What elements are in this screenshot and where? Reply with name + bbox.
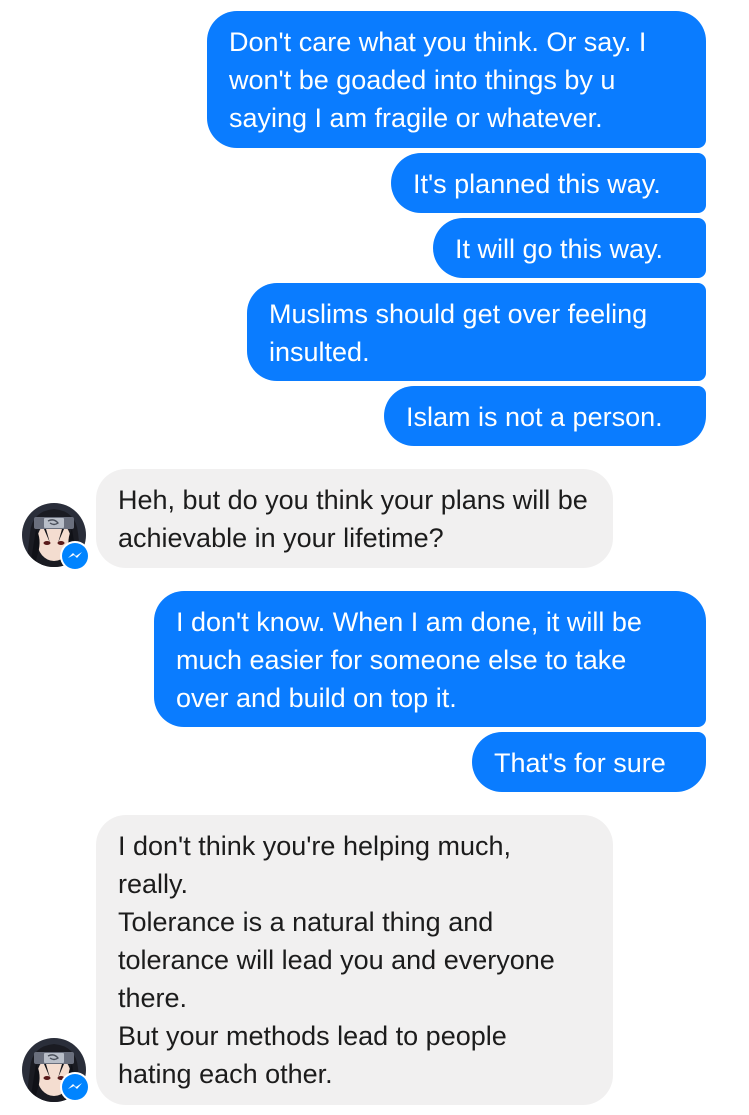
outgoing-message[interactable]: It's planned this way. (391, 153, 706, 213)
outgoing-message[interactable]: Islam is not a person. (384, 386, 706, 446)
contact-avatar[interactable] (22, 503, 90, 571)
outgoing-message[interactable]: Muslims should get over feeling insulted… (247, 283, 706, 381)
messenger-icon (62, 1074, 88, 1100)
outgoing-message[interactable]: Don't care what you think. Or say. I won… (207, 11, 706, 148)
outgoing-message[interactable]: That's for sure (472, 732, 706, 792)
contact-avatar[interactable] (22, 1038, 90, 1102)
outgoing-message[interactable]: It will go this way. (433, 218, 706, 278)
messenger-badge (60, 541, 90, 571)
outgoing-message[interactable]: I don't know. When I am done, it will be… (154, 591, 706, 727)
incoming-message[interactable]: Heh, but do you think your plans will be… (96, 469, 613, 568)
messenger-badge (60, 1072, 90, 1102)
messenger-icon (62, 543, 88, 569)
incoming-message[interactable]: I don't think you're helping much, reall… (96, 815, 613, 1105)
